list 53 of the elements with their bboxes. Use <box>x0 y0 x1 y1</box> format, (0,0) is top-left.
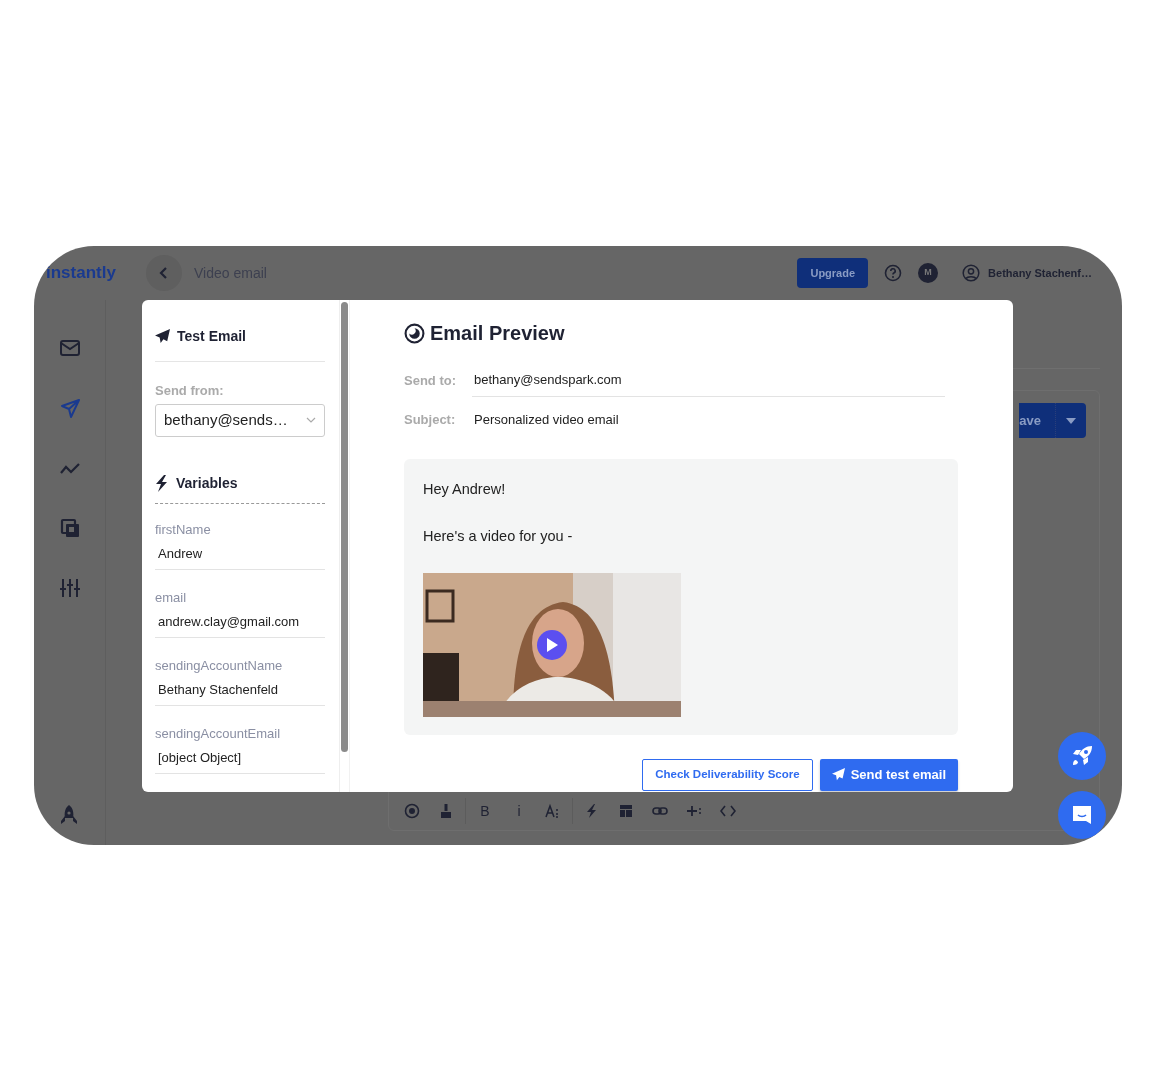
check-deliverability-button[interactable]: Check Deliverability Score <box>642 758 813 791</box>
back-button[interactable] <box>146 255 182 291</box>
sliders-icon[interactable] <box>58 577 81 599</box>
send-to-field[interactable]: bethany@sendspark.com <box>472 364 945 397</box>
chat-button[interactable] <box>1058 791 1106 839</box>
send-from-select[interactable]: bethany@sends… <box>155 403 326 437</box>
variable-value-field[interactable]: Bethany Stachenfeld <box>155 675 326 706</box>
rocket-icon <box>1070 744 1094 768</box>
rocket-button[interactable] <box>1058 732 1106 780</box>
body-text: Hey Andrew! <box>423 480 507 499</box>
avatar[interactable]: M <box>918 263 939 283</box>
code-icon[interactable] <box>720 803 736 819</box>
format-button[interactable]: B <box>468 796 502 826</box>
eye-icon[interactable] <box>404 803 420 819</box>
section-title: Test Email <box>177 327 246 346</box>
chat-icon <box>1070 803 1094 827</box>
section-title: Variables <box>176 473 238 493</box>
user-name[interactable]: Bethany Stachenf… <box>988 264 1092 282</box>
chevron-down-icon <box>306 417 317 423</box>
field-label: Send from: <box>155 382 225 400</box>
send-icon <box>831 768 845 781</box>
variable-value-field[interactable]: [object Object] <box>155 743 326 774</box>
caret-icon <box>1066 418 1076 425</box>
save-button[interactable]: ave <box>1019 403 1086 438</box>
body-text: Here's a video for you - <box>423 526 574 546</box>
preview-title: Email Preview <box>430 321 565 346</box>
variable-name: email <box>155 588 188 607</box>
variable-value-field[interactable]: andrew.clay@gmail.com <box>155 607 326 638</box>
rocket-icon[interactable] <box>60 805 78 825</box>
play-icon <box>546 637 558 652</box>
send-icon <box>155 329 170 344</box>
variable-name: sendingAccountEmail <box>155 724 282 743</box>
font-size-icon[interactable] <box>545 803 561 819</box>
send-test-button[interactable]: Send test email <box>819 758 958 791</box>
mail-icon[interactable] <box>58 337 81 359</box>
send-icon[interactable] <box>58 397 81 419</box>
field-label: Send to: <box>404 371 457 390</box>
scrollbar-thumb[interactable] <box>341 302 349 752</box>
user-icon <box>962 264 981 282</box>
field-label: Subject: <box>404 410 457 429</box>
brush-icon[interactable] <box>438 803 454 819</box>
add-icon[interactable] <box>686 803 702 819</box>
layout-icon[interactable] <box>618 803 634 819</box>
upgrade-button[interactable]: Upgrade <box>797 257 869 289</box>
eye-icon <box>404 322 425 344</box>
variable-name: sendingAccountName <box>155 656 284 675</box>
copy-icon[interactable] <box>58 517 81 539</box>
chevron-left-icon <box>159 266 169 280</box>
subject-text: Personalized video email <box>473 410 620 429</box>
help-icon[interactable] <box>884 264 903 282</box>
variable-name: firstName <box>155 520 212 539</box>
lightning-icon <box>155 474 169 492</box>
variable-value-field[interactable]: Andrew <box>155 539 326 570</box>
